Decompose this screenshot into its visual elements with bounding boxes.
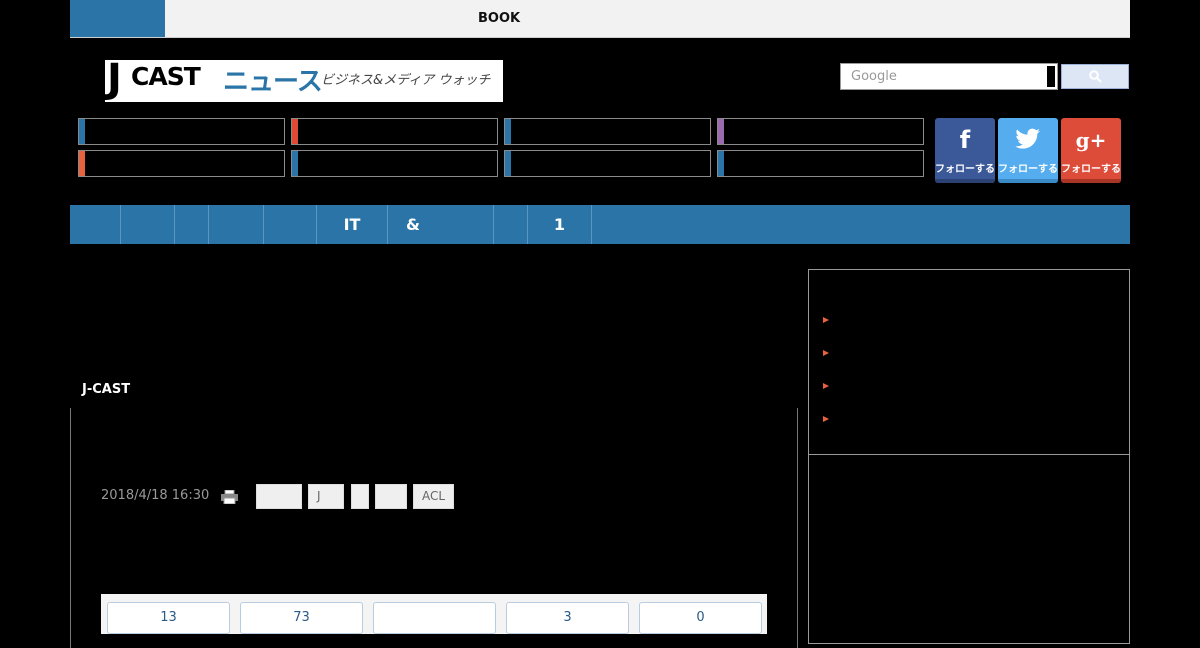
category-link-4[interactable]	[717, 118, 924, 145]
logo-j: J	[107, 60, 122, 102]
nav-item[interactable]	[121, 205, 175, 244]
button-shadow	[935, 179, 995, 183]
googleplus-follow-button[interactable]: g+ フォローする	[1061, 118, 1121, 183]
list-bullet-icon	[823, 383, 829, 389]
article-tag[interactable]: J	[308, 484, 344, 509]
main-nav: IT & 1	[70, 205, 1130, 244]
article-tag[interactable]	[375, 484, 407, 509]
logo-news: ニュース	[223, 67, 323, 97]
twitter-follow-button[interactable]: フォローする	[998, 118, 1058, 183]
site-logo[interactable]: J CAST ニュース ビジネス&メディア ウォッチ	[105, 60, 503, 102]
category-color-bar	[505, 119, 511, 144]
search-clear[interactable]	[1047, 66, 1055, 87]
twitter-follow-label: フォローする	[998, 164, 1058, 175]
top-bar: BOOK	[70, 0, 1130, 38]
list-bullet-icon	[823, 317, 829, 323]
category-link-5[interactable]	[78, 150, 285, 177]
search-icon	[1089, 70, 1102, 83]
category-color-bar	[292, 151, 298, 176]
category-color-bar	[79, 119, 85, 144]
list-bullet-icon	[823, 350, 829, 356]
nav-item[interactable]	[175, 205, 209, 244]
nav-item[interactable]	[264, 205, 317, 244]
reaction-button[interactable]: 0	[639, 602, 762, 634]
category-link-1[interactable]	[78, 118, 285, 145]
sidebar-ranking-box	[808, 269, 1130, 455]
reaction-button[interactable]: 73	[240, 602, 363, 634]
nav-item[interactable]	[209, 205, 264, 244]
reaction-button[interactable]: 3	[506, 602, 629, 634]
nav-item-amp[interactable]: &	[388, 205, 494, 244]
facebook-follow-label: フォローする	[935, 164, 995, 175]
category-color-bar	[79, 151, 85, 176]
reaction-button[interactable]	[373, 602, 496, 634]
logo-cast: CAST	[131, 62, 201, 91]
googleplus-follow-label: フォローする	[1061, 164, 1121, 175]
nav-item[interactable]	[494, 205, 528, 244]
googleplus-icon: g+	[1075, 128, 1107, 152]
category-link-7[interactable]	[504, 150, 711, 177]
nav-item-1[interactable]: 1	[528, 205, 592, 244]
category-link-8[interactable]	[717, 150, 924, 177]
top-bar-active-tab[interactable]	[70, 0, 165, 37]
button-shadow	[998, 179, 1058, 183]
twitter-icon	[998, 126, 1058, 156]
category-link-2[interactable]	[291, 118, 498, 145]
article-tag[interactable]: ACL	[413, 484, 454, 509]
reaction-button[interactable]: 13	[107, 602, 230, 634]
list-bullet-icon	[823, 416, 829, 422]
nav-item-it[interactable]: IT	[317, 205, 388, 244]
nav-item[interactable]	[70, 205, 121, 244]
facebook-follow-button[interactable]: f フォローする	[935, 118, 995, 183]
category-color-bar	[718, 119, 724, 144]
article-tag[interactable]	[351, 484, 369, 509]
article-tag[interactable]	[256, 484, 302, 509]
article-source: J-CAST	[82, 382, 131, 397]
category-color-bar	[718, 151, 724, 176]
article-date: 2018/4/18 16:30	[101, 488, 210, 503]
top-bar-book-link[interactable]: BOOK	[478, 11, 520, 26]
category-color-bar	[292, 119, 298, 144]
sidebar-ad-box	[808, 454, 1130, 644]
category-color-bar	[505, 151, 511, 176]
button-shadow	[1061, 179, 1121, 183]
search-button[interactable]	[1061, 64, 1129, 89]
facebook-icon: f	[959, 126, 971, 154]
search-box	[840, 63, 1058, 90]
print-icon[interactable]	[221, 489, 238, 508]
search-input[interactable]	[843, 66, 1045, 87]
category-link-6[interactable]	[291, 150, 498, 177]
logo-tagline: ビジネス&メディア ウォッチ	[321, 73, 491, 88]
category-link-3[interactable]	[504, 118, 711, 145]
